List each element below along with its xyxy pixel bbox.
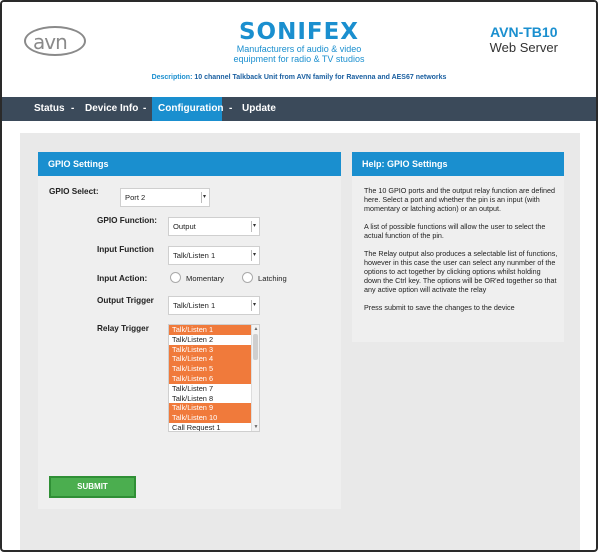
gpio-select-dropdown[interactable]: Port 2 ▾	[120, 188, 210, 207]
latching-label: Latching	[258, 274, 287, 283]
avn-logo-text: avn	[33, 30, 68, 54]
help-paragraph: The 10 GPIO ports and the output relay f…	[364, 186, 555, 213]
description-text: 10 channel Talkback Unit from AVN family…	[194, 74, 447, 81]
output-trigger-dropdown[interactable]: Talk/Listen 1 ▾	[168, 296, 260, 315]
momentary-radio[interactable]	[170, 272, 181, 283]
list-item[interactable]: Talk/Listen 4	[169, 354, 251, 365]
nav-status[interactable]: Status	[30, 97, 69, 121]
nav-separator: -	[229, 103, 233, 114]
input-function-value: Talk/Listen 1	[173, 251, 216, 260]
model-block: AVN-TB10 Web Server	[490, 24, 558, 55]
output-trigger-label: Output Trigger	[97, 296, 154, 305]
list-item[interactable]: Talk/Listen 7	[169, 384, 251, 394]
list-item[interactable]: Talk/Listen 9	[169, 403, 251, 414]
chevron-down-icon: ▾	[201, 192, 207, 203]
nav-separator: -	[143, 103, 147, 114]
web-server-label: Web Server	[489, 40, 558, 55]
help-paragraph: A list of possible functions will allow …	[364, 222, 546, 240]
help-title: Help: GPIO Settings	[352, 152, 564, 176]
gpio-select-value: Port 2	[125, 193, 146, 202]
gpio-function-dropdown[interactable]: Output ▾	[168, 217, 260, 236]
device-description: Description: 10 channel Talkback Unit fr…	[2, 74, 596, 81]
gpio-function-value: Output	[173, 222, 196, 231]
list-item[interactable]: Talk/Listen 6	[169, 373, 251, 384]
gpio-function-label: GPIO Function:	[97, 216, 158, 225]
list-item[interactable]: Talk/Listen 3	[169, 344, 251, 355]
input-function-dropdown[interactable]: Talk/Listen 1 ▾	[168, 246, 260, 265]
nav-update[interactable]: Update	[238, 97, 280, 121]
submit-button[interactable]: SUBMIT	[49, 476, 136, 498]
brand-tagline-2: equipment for radio & TV studios	[233, 54, 365, 64]
output-trigger-value: Talk/Listen 1	[173, 301, 216, 310]
nav-separator: -	[71, 103, 75, 114]
main-nav: Status - Device Info - Configuration - U…	[2, 97, 596, 121]
relay-trigger-label: Relay Trigger	[97, 324, 149, 333]
momentary-label: Momentary	[186, 274, 224, 283]
gpio-select-label: GPIO Select:	[49, 187, 99, 196]
list-item[interactable]: Talk/Listen 10	[169, 413, 251, 423]
chevron-down-icon: ▾	[251, 250, 257, 261]
model-name: AVN-TB10	[490, 24, 558, 40]
list-item[interactable]: Talk/Listen 2	[169, 335, 251, 345]
latching-radio[interactable]	[242, 272, 253, 283]
nav-device-info[interactable]: Device Info	[81, 97, 142, 121]
list-item[interactable]: Call Request 1	[169, 423, 251, 431]
gpio-settings-title: GPIO Settings	[38, 152, 341, 176]
listbox-scrollbar[interactable]: ▲ ▼	[251, 325, 259, 431]
input-function-label: Input Function	[97, 245, 154, 254]
chevron-down-icon: ▾	[251, 300, 257, 311]
list-item[interactable]: Talk/Listen 8	[169, 394, 251, 404]
help-paragraph: Press submit to save the changes to the …	[364, 303, 515, 312]
input-action-label: Input Action:	[97, 274, 148, 283]
help-paragraph: The Relay output also produces a selecta…	[364, 249, 558, 294]
scrollbar-thumb[interactable]	[253, 334, 258, 360]
browser-frame: avn SONIFEX Manufacturers of audio & vid…	[0, 0, 598, 552]
list-item[interactable]: Talk/Listen 1	[169, 325, 251, 335]
page-header: avn SONIFEX Manufacturers of audio & vid…	[2, 2, 596, 98]
list-item[interactable]: Talk/Listen 5	[169, 364, 251, 374]
description-label: Description:	[151, 74, 193, 81]
scroll-up-icon[interactable]: ▲	[252, 326, 259, 332]
scroll-down-icon[interactable]: ▼	[252, 424, 259, 430]
help-body: The 10 GPIO ports and the output relay f…	[364, 186, 559, 321]
nav-configuration[interactable]: Configuration	[152, 97, 224, 121]
brand-name: SONIFEX	[238, 19, 360, 45]
avn-logo: avn	[24, 24, 90, 58]
relay-trigger-listbox[interactable]: Talk/Listen 1 Talk/Listen 2 Talk/Listen …	[168, 324, 260, 432]
brand-tagline-1: Manufacturers of audio & video	[236, 44, 362, 54]
sonifex-logo: SONIFEX Manufacturers of audio & video e…	[224, 20, 374, 64]
chevron-down-icon: ▾	[251, 221, 257, 232]
